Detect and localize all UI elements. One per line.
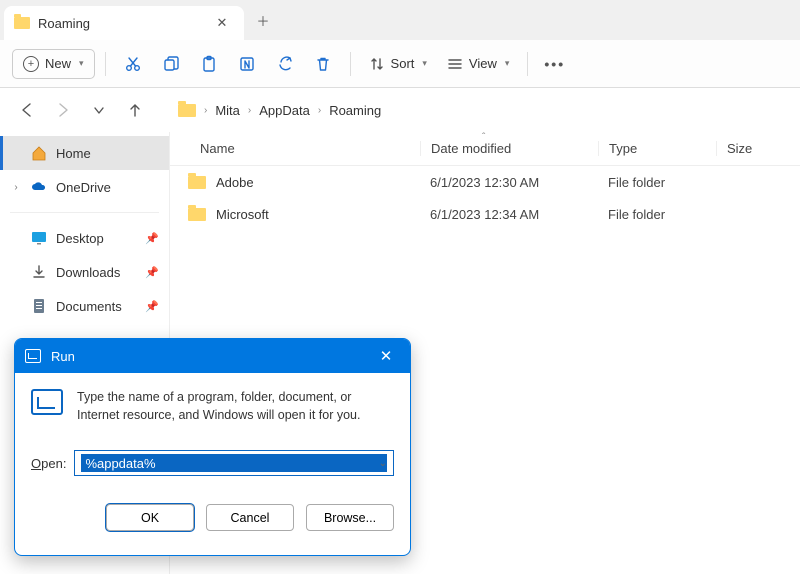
divider <box>10 212 159 213</box>
sidebar-label: Downloads <box>56 265 120 280</box>
sort-label: Sort <box>391 56 415 71</box>
up-button[interactable] <box>122 97 148 123</box>
file-type: File folder <box>598 175 716 190</box>
sidebar-item-desktop[interactable]: Desktop 📌 <box>0 221 169 255</box>
open-label: Open: <box>31 456 66 471</box>
close-button[interactable]: ✕ <box>372 347 400 365</box>
breadcrumb-mita[interactable]: Mita <box>215 103 240 118</box>
breadcrumb[interactable]: › Mita › AppData › Roaming <box>178 103 381 118</box>
tab-title: Roaming <box>38 16 202 31</box>
desktop-icon <box>30 231 48 245</box>
tab-roaming[interactable]: Roaming ✕ <box>4 6 244 40</box>
file-name: Adobe <box>216 175 254 190</box>
plus-icon: + <box>23 56 39 72</box>
new-button-label: New <box>45 56 71 71</box>
separator <box>350 52 351 76</box>
folder-icon <box>178 104 196 117</box>
run-dialog: Run ✕ Type the name of a program, folder… <box>14 338 411 556</box>
run-button-row: OK Cancel Browse... <box>15 486 410 531</box>
forward-button[interactable] <box>50 97 76 123</box>
paste-button[interactable] <box>192 48 226 80</box>
file-date: 6/1/2023 12:30 AM <box>420 175 598 190</box>
new-tab-button[interactable]: ＋ <box>248 5 278 35</box>
delete-button[interactable] <box>306 48 340 80</box>
cut-button[interactable] <box>116 48 150 80</box>
ok-button[interactable]: OK <box>106 504 194 531</box>
column-date[interactable]: Date modified <box>420 141 598 156</box>
run-icon <box>25 349 41 363</box>
recent-button[interactable] <box>86 97 112 123</box>
new-button[interactable]: + New ▾ <box>12 49 95 79</box>
chevron-down-icon: ▾ <box>79 58 84 69</box>
separator <box>527 52 528 76</box>
sort-button[interactable]: Sort ▾ <box>361 48 435 80</box>
sort-indicator-icon: ˆ <box>482 132 485 143</box>
file-type: File folder <box>598 207 716 222</box>
breadcrumb-roaming[interactable]: Roaming <box>329 103 381 118</box>
expand-icon[interactable]: › <box>10 182 22 193</box>
rename-button[interactable] <box>230 48 264 80</box>
home-icon <box>30 145 48 161</box>
run-description: Type the name of a program, folder, docu… <box>77 389 394 424</box>
sidebar-label: Home <box>56 146 91 161</box>
column-size[interactable]: Size <box>716 141 800 156</box>
download-icon <box>30 264 48 280</box>
copy-button[interactable] <box>154 48 188 80</box>
sidebar-label: Documents <box>56 299 122 314</box>
chevron-right-icon: › <box>248 105 251 116</box>
chevron-down-icon: ▾ <box>505 58 510 69</box>
run-body: Type the name of a program, folder, docu… <box>15 373 410 486</box>
browse-button[interactable]: Browse... <box>306 504 394 531</box>
cancel-button[interactable]: Cancel <box>206 504 294 531</box>
separator <box>105 52 106 76</box>
file-name: Microsoft <box>216 207 269 222</box>
chevron-down-icon: ▾ <box>422 58 427 69</box>
pin-icon[interactable]: 📌 <box>145 232 159 245</box>
run-titlebar[interactable]: Run ✕ <box>15 339 410 373</box>
file-row[interactable]: Adobe 6/1/2023 12:30 AM File folder <box>170 166 800 198</box>
file-date: 6/1/2023 12:34 AM <box>420 207 598 222</box>
column-headers: Name ˆ Date modified Type Size <box>170 132 800 166</box>
open-input[interactable] <box>81 454 387 472</box>
pin-icon[interactable]: 📌 <box>145 300 159 313</box>
run-title: Run <box>51 349 372 364</box>
toolbar: + New ▾ Sort ▾ View ▾ ••• <box>0 40 800 88</box>
overflow-button[interactable]: ••• <box>538 48 571 80</box>
open-combobox[interactable]: ⌄ <box>74 450 394 476</box>
file-row[interactable]: Microsoft 6/1/2023 12:34 AM File folder <box>170 198 800 230</box>
view-label: View <box>469 56 497 71</box>
sidebar-label: Desktop <box>56 231 104 246</box>
run-icon <box>31 389 63 415</box>
sidebar-item-home[interactable]: Home <box>0 136 169 170</box>
folder-icon <box>188 176 206 189</box>
view-button[interactable]: View ▾ <box>439 48 517 80</box>
column-name[interactable]: Name <box>170 141 420 156</box>
breadcrumb-appdata[interactable]: AppData <box>259 103 310 118</box>
close-tab-button[interactable]: ✕ <box>210 11 234 35</box>
cloud-icon <box>30 181 48 193</box>
chevron-right-icon: › <box>204 105 207 116</box>
documents-icon <box>30 298 48 314</box>
folder-icon <box>14 17 30 29</box>
column-type[interactable]: Type <box>598 141 716 156</box>
sidebar-item-documents[interactable]: Documents 📌 <box>0 289 169 323</box>
share-button[interactable] <box>268 48 302 80</box>
sidebar-label: OneDrive <box>56 180 111 195</box>
chevron-right-icon: › <box>318 105 321 116</box>
tab-bar: Roaming ✕ ＋ <box>0 0 800 40</box>
sidebar-item-onedrive[interactable]: › OneDrive <box>0 170 169 204</box>
sidebar-item-downloads[interactable]: Downloads 📌 <box>0 255 169 289</box>
folder-icon <box>188 208 206 221</box>
chevron-down-icon[interactable]: ⌄ <box>379 458 387 469</box>
back-button[interactable] <box>14 97 40 123</box>
pin-icon[interactable]: 📌 <box>145 266 159 279</box>
nav-row: › Mita › AppData › Roaming <box>0 88 800 132</box>
